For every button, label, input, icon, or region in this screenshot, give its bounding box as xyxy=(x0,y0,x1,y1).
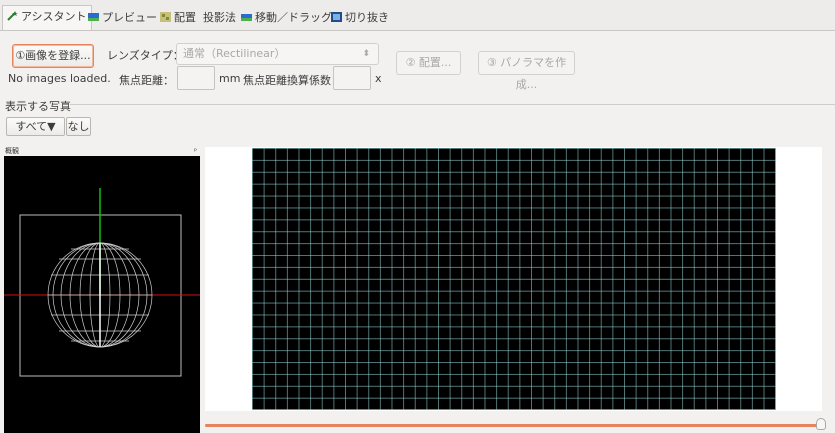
tab-projection[interactable]: 投影法 xyxy=(198,6,241,29)
align-button[interactable]: ② 配置... xyxy=(396,51,461,75)
crop-factor-label: 焦点距離換算係数： xyxy=(243,74,342,87)
zoom-slider-track[interactable] xyxy=(205,424,821,427)
lens-type-select[interactable]: 通常（Rectilinear） ⬍ xyxy=(176,43,379,65)
tab-assistant[interactable]: アシスタント xyxy=(2,5,92,30)
focal-length-label: 焦点距離： xyxy=(119,74,174,87)
spinner-arrows-icon: ⬍ xyxy=(362,49,370,59)
crop-icon xyxy=(331,8,342,22)
status-text: No images loaded. xyxy=(8,72,111,85)
focal-length-input[interactable] xyxy=(177,66,215,90)
display-images-heading: 表示する写真 xyxy=(5,100,71,113)
wand-icon xyxy=(7,7,18,21)
sphere-overview xyxy=(4,188,200,377)
preview-icon xyxy=(88,8,99,21)
lens-type-label: レンズタイプ： xyxy=(107,49,184,62)
overview-panel[interactable]: 概観 ᵖ xyxy=(4,147,200,433)
section-divider xyxy=(70,104,835,105)
layout-icon xyxy=(160,8,171,22)
show-none-button[interactable]: なし xyxy=(66,117,91,136)
create-panorama-button[interactable]: ③ パノラマを作成... xyxy=(478,51,575,91)
tab-layout[interactable]: 配置 xyxy=(155,6,201,29)
tab-bar: アシスタント プレビュー 配置 投影法 移動／ドラッグ 切り抜き xyxy=(0,0,835,31)
focal-unit: mm xyxy=(219,72,241,85)
move-icon xyxy=(241,8,252,21)
tab-preview[interactable]: プレビュー xyxy=(83,6,162,29)
tab-move-drag[interactable]: 移動／ドラッグ xyxy=(236,6,337,29)
zoom-slider-handle[interactable] xyxy=(816,418,826,430)
show-all-button[interactable]: すべて▼ xyxy=(6,117,65,136)
tab-crop[interactable]: 切り抜き xyxy=(326,6,394,29)
crop-factor-input[interactable] xyxy=(333,66,371,90)
load-images-button[interactable]: ①画像を登録... xyxy=(12,44,94,68)
crop-unit: x xyxy=(375,72,382,85)
panorama-grid-preview[interactable] xyxy=(252,148,776,410)
